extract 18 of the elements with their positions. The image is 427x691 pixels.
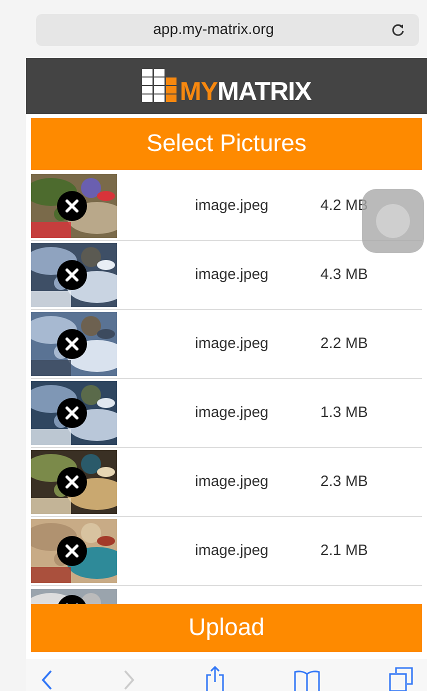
file-size: 2.3 MB <box>320 472 368 492</box>
upload-button[interactable]: Upload <box>31 604 422 652</box>
file-name: image.jpeg <box>195 264 268 285</box>
select-pictures-button[interactable]: Select Pictures <box>31 118 422 170</box>
file-name: image.jpeg <box>195 402 268 423</box>
file-size: 4.3 MB <box>320 264 368 285</box>
file-size: 2.1 MB <box>320 540 368 561</box>
file-name: image.jpeg <box>195 540 268 561</box>
logo-text: MATRIX <box>217 78 312 104</box>
file-name: image.jpeg <box>195 334 268 354</box>
file-size: 4.2 MB <box>320 196 368 216</box>
url-text: app.my-matrix.org <box>152 20 275 40</box>
file-name: image.jpeg <box>195 472 268 492</box>
file-size: 1.3 MB <box>320 402 368 423</box>
address-bar[interactable]: app.my-matrix.org <box>36 14 419 46</box>
file-name: image.jpeg <box>195 196 268 216</box>
file-size: 2.2 MB <box>320 334 368 354</box>
logo-accent-text: MY <box>180 78 218 104</box>
